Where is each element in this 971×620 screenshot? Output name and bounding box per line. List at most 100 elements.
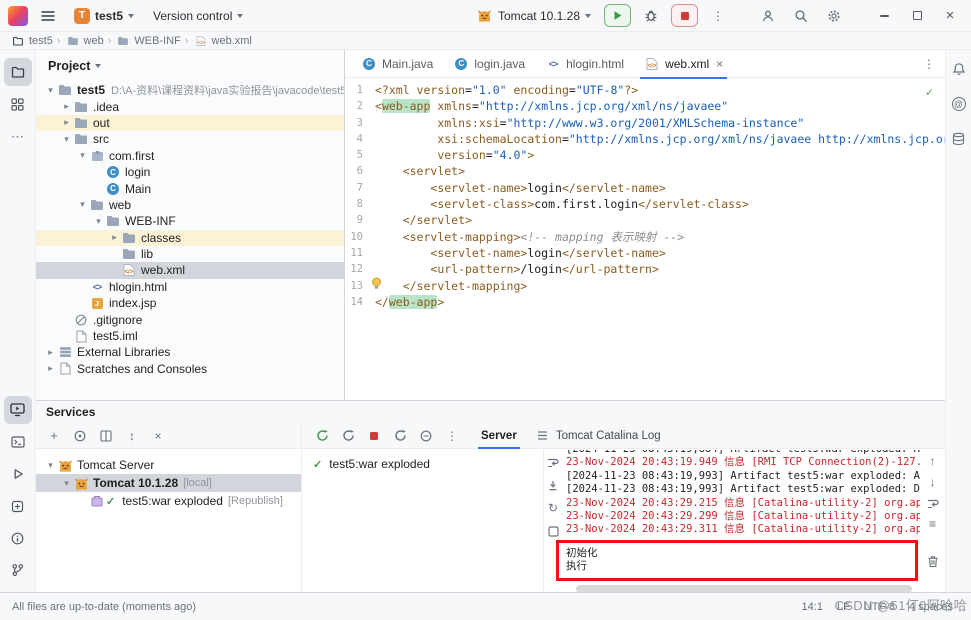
tool-window-run-button[interactable] (4, 460, 32, 488)
settings-button[interactable] (821, 4, 847, 28)
run-config-widget[interactable]: Tomcat 10.1.28 (471, 6, 597, 26)
editor-tab-Main.java[interactable]: CMain.java (351, 50, 443, 78)
chevron-closed-icon[interactable]: ▸ (44, 363, 57, 374)
chevron-open-icon[interactable]: ▾ (60, 134, 73, 145)
more-run-button[interactable]: ⋮ (444, 428, 460, 444)
breadcrumb-test5[interactable]: test5 (10, 34, 53, 48)
vcs-widget[interactable]: Version control (147, 6, 249, 26)
view-mode-button[interactable] (72, 428, 88, 444)
project-item-External Libraries[interactable]: ▸External Libraries (36, 344, 344, 360)
chevron-closed-icon[interactable]: ▸ (44, 347, 57, 358)
chevron-open-icon[interactable]: ▾ (60, 478, 73, 489)
project-item-WEB-INF[interactable]: ▾WEB-INF (36, 213, 344, 229)
project-item-Main[interactable]: CMain (36, 180, 344, 196)
rerun-debug-button[interactable] (340, 428, 356, 444)
project-item-out[interactable]: ▸out (36, 115, 344, 131)
open-window-button[interactable] (545, 523, 561, 539)
stop-button[interactable] (366, 428, 382, 444)
line-number[interactable]: 12 (345, 261, 375, 277)
line-number[interactable]: 11 (345, 245, 375, 261)
soft-wrap-button[interactable] (545, 454, 561, 470)
inspections-ok-icon[interactable]: ✓ (926, 84, 933, 100)
redeploy-button[interactable] (392, 428, 408, 444)
project-item-Scratches and Consoles[interactable]: ▸Scratches and Consoles (36, 361, 344, 377)
tool-window-terminal-button[interactable] (4, 428, 32, 456)
maximize-button[interactable] (904, 4, 930, 28)
line-number[interactable]: 1 (345, 82, 375, 98)
chevron-closed-icon[interactable]: ▸ (60, 101, 73, 112)
editor-tab-hlogin.html[interactable]: <>hlogin.html (535, 50, 634, 78)
breadcrumb-web.xml[interactable]: </>web.xml (193, 34, 252, 48)
split-button[interactable] (98, 428, 114, 444)
line-number[interactable]: 10 (345, 229, 375, 245)
services-tab-Server[interactable]: Server (472, 423, 526, 448)
line-number[interactable]: 4 (345, 131, 375, 147)
breadcrumb-web[interactable]: web (65, 34, 104, 48)
notifications-button[interactable] (948, 58, 970, 80)
project-item-com.first[interactable]: ▾com.first (36, 148, 344, 164)
restart-log-button[interactable]: ↻ (545, 500, 561, 516)
options-button[interactable] (418, 428, 434, 444)
chevron-open-icon[interactable]: ▾ (92, 216, 105, 227)
close-tab-icon[interactable]: × (716, 57, 723, 71)
chevron-open-icon[interactable]: ▾ (44, 460, 57, 471)
line-markers-button[interactable]: ≡ (925, 516, 941, 532)
stop-button[interactable] (671, 4, 698, 27)
search-button[interactable] (788, 4, 814, 28)
project-item-.gitignore[interactable]: .gitignore (36, 311, 344, 327)
line-number[interactable]: 14 (345, 294, 375, 310)
rerun-button[interactable] (314, 428, 330, 444)
debug-button[interactable] (638, 4, 664, 28)
project-widget[interactable]: T test5 (68, 5, 140, 27)
editor-tab-options-button[interactable]: ⋮ (923, 58, 935, 70)
code-editor[interactable]: 1<?xml version="1.0" encoding="UTF-8"?>2… (345, 78, 945, 400)
deployment-test5:war exploded[interactable]: ✓test5:war exploded (312, 455, 533, 473)
project-item-classes[interactable]: ▸classes (36, 230, 344, 246)
run-button[interactable] (604, 4, 631, 27)
tool-window-more-button[interactable]: ⋯ (4, 122, 32, 150)
scroll-to-top-button[interactable]: ↑ (925, 453, 941, 469)
breadcrumb-WEB-INF[interactable]: WEB-INF (115, 34, 180, 48)
service-item-Tomcat Server[interactable]: ▾Tomcat Server (36, 456, 301, 474)
sort-button[interactable]: ↕ (124, 428, 140, 444)
tool-window-project-button[interactable] (4, 58, 32, 86)
line-number[interactable]: 5 (345, 147, 375, 163)
tool-window-problems-button[interactable] (4, 524, 32, 552)
editor-tab-web.xml[interactable]: </>web.xml× (634, 50, 733, 78)
intention-bulb-icon[interactable] (371, 277, 383, 290)
hide-button[interactable]: × (150, 428, 166, 444)
line-number[interactable]: 2 (345, 98, 375, 114)
clear-console-button[interactable] (925, 553, 941, 569)
main-menu-button[interactable] (35, 4, 61, 28)
more-actions-button[interactable]: ⋮ (705, 4, 731, 28)
line-number[interactable]: 8 (345, 196, 375, 212)
service-item-Tomcat 10.1.28[interactable]: ▾Tomcat 10.1.28[local] (36, 474, 301, 492)
scroll-to-bottom-button[interactable]: ↓ (925, 474, 941, 490)
project-item-web[interactable]: ▾web (36, 197, 344, 213)
chevron-open-icon[interactable]: ▾ (76, 150, 89, 161)
project-panel-header[interactable]: Project (36, 50, 344, 82)
line-number[interactable]: 9 (345, 212, 375, 228)
project-item-login[interactable]: Clogin (36, 164, 344, 180)
chevron-closed-icon[interactable]: ▸ (60, 117, 73, 128)
project-item-hlogin.html[interactable]: <>hlogin.html (36, 279, 344, 295)
chevron-closed-icon[interactable]: ▸ (108, 232, 121, 243)
line-number[interactable]: 7 (345, 180, 375, 196)
line-number[interactable]: 3 (345, 115, 375, 131)
chevron-open-icon[interactable]: ▾ (76, 199, 89, 210)
services-tab-Tomcat Catalina Log[interactable]: Tomcat Catalina Log (526, 423, 670, 448)
project-item-test5.iml[interactable]: test5.iml (36, 328, 344, 344)
editor-tab-login.java[interactable]: Clogin.java (443, 50, 535, 78)
profile-button[interactable] (755, 4, 781, 28)
database-button[interactable] (948, 128, 970, 150)
close-button[interactable]: × (937, 4, 963, 28)
project-item-lib[interactable]: lib (36, 246, 344, 262)
scroll-to-end-button[interactable] (545, 477, 561, 493)
tool-window-services-button[interactable] (4, 396, 32, 424)
tool-window-structure-button[interactable] (4, 90, 32, 118)
project-item-.idea[interactable]: ▸.idea (36, 98, 344, 114)
tool-window-version-control-button[interactable] (4, 556, 32, 584)
line-number[interactable]: 6 (345, 163, 375, 179)
minimize-button[interactable] (871, 4, 897, 28)
caret-position[interactable]: 14:1 (802, 601, 823, 613)
